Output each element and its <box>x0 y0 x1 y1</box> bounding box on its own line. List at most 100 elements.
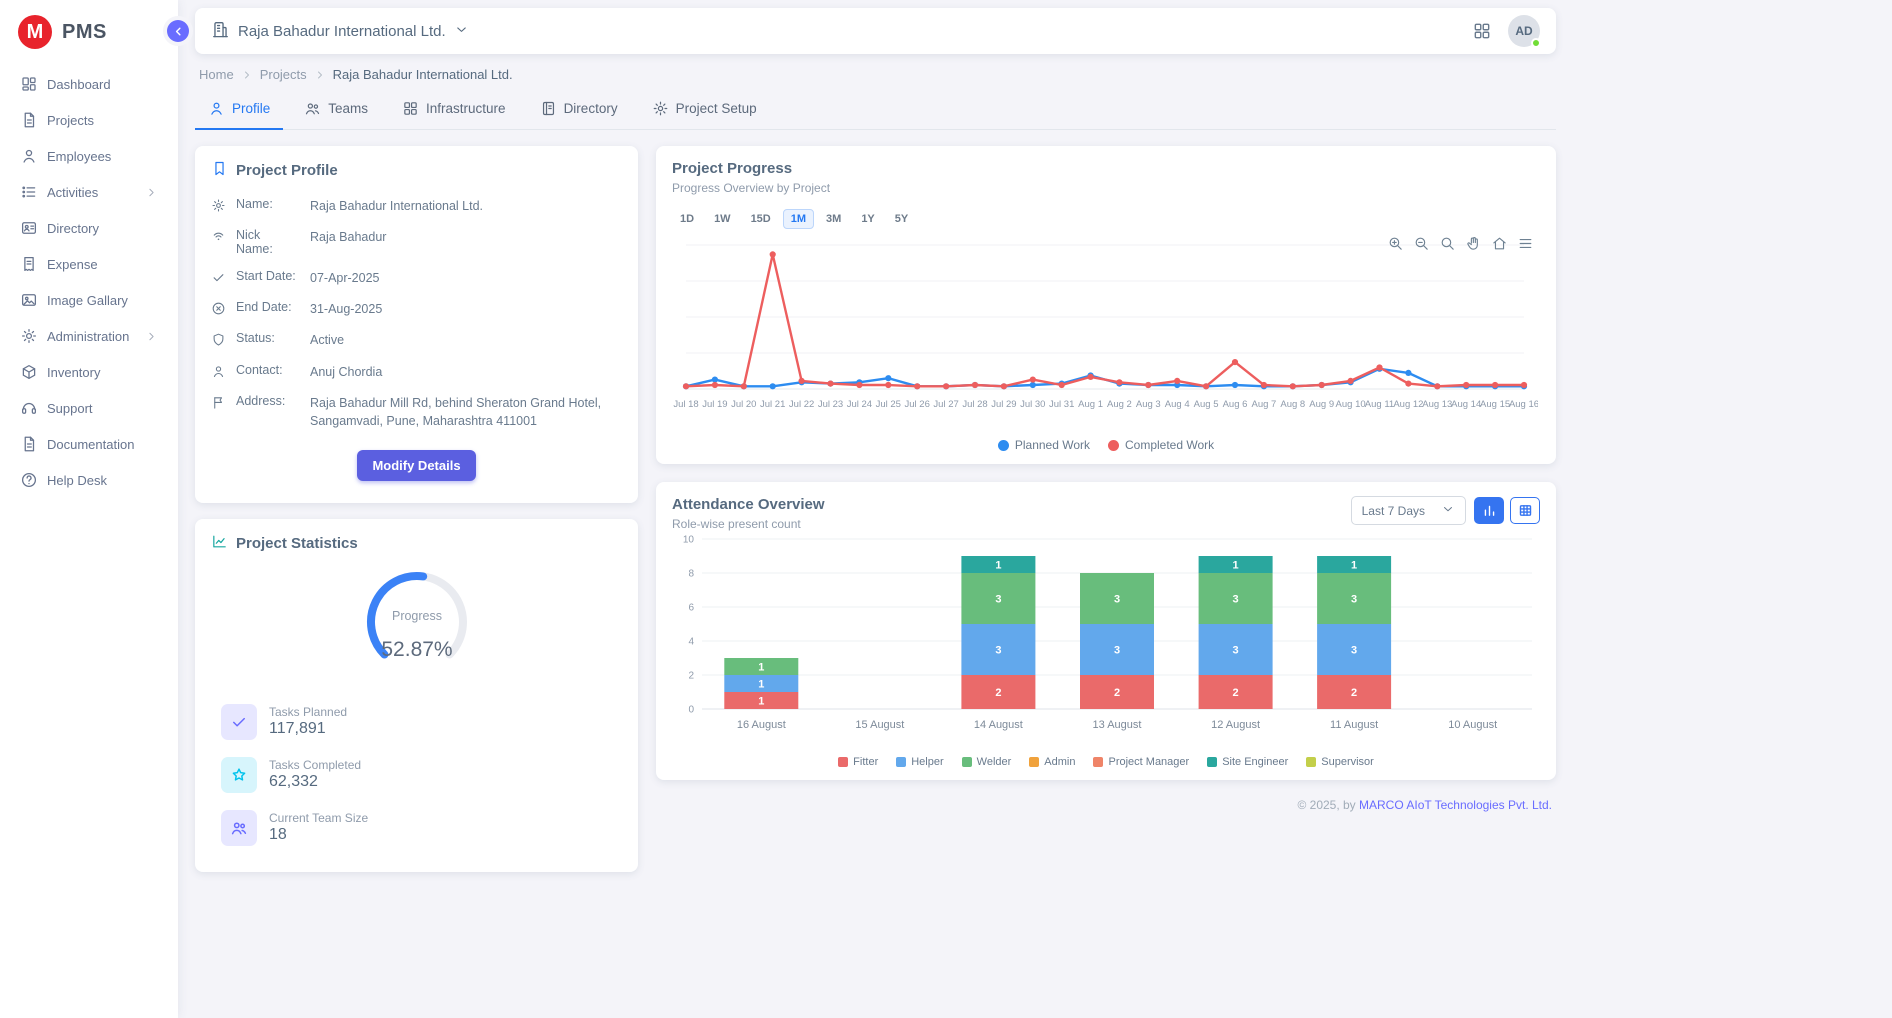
svg-text:12 August: 12 August <box>1211 719 1260 731</box>
home-button[interactable] <box>1491 235 1508 252</box>
field-label: Name: <box>236 197 300 215</box>
tab-label: Directory <box>564 101 618 116</box>
selection-zoom-button[interactable] <box>1439 235 1456 252</box>
app-name: PMS <box>62 21 107 44</box>
sidebar-item-documentation[interactable]: Documentation <box>10 427 168 461</box>
sidebar-item-label: Activities <box>47 185 98 200</box>
field-value: Raja Bahadur Mill Rd, behind Sheraton Gr… <box>310 394 622 430</box>
svg-text:3: 3 <box>1233 645 1239 657</box>
progress-gauge: Progress52.87% <box>342 566 492 684</box>
stat-label: Current Team Size <box>269 811 368 825</box>
sidebar-item-administration[interactable]: Administration <box>10 319 168 353</box>
legend-project-manager[interactable]: Project Manager <box>1093 756 1189 768</box>
zoom-out-button[interactable] <box>1413 235 1430 252</box>
svg-text:16 August: 16 August <box>737 719 786 731</box>
tab-infrastructure[interactable]: Infrastructure <box>389 91 519 130</box>
sidebar-item-label: Image Gallary <box>47 293 128 308</box>
legend-site-engineer[interactable]: Site Engineer <box>1207 756 1288 768</box>
footer-company-link[interactable]: MARCO AIoT Technologies Pvt. Ltd. <box>1359 798 1552 812</box>
tab-label: Infrastructure <box>426 101 506 116</box>
statistics-list: Tasks Planned117,891Tasks Completed62,33… <box>211 704 622 846</box>
chart-line-icon <box>211 533 228 550</box>
projects-icon <box>20 111 38 129</box>
svg-text:Aug 6: Aug 6 <box>1223 399 1248 410</box>
field-value: 07-Apr-2025 <box>310 269 622 287</box>
app-logo-icon: M <box>18 15 52 49</box>
svg-text:Jul 25: Jul 25 <box>876 399 901 410</box>
range-selector: 1D1W15D1M3M1Y5Y <box>672 209 1540 229</box>
svg-text:15 August: 15 August <box>855 719 904 731</box>
view-bar-chart-button[interactable] <box>1474 497 1504 524</box>
table-icon <box>1518 503 1533 518</box>
project-progress-line-chart[interactable]: Jul 18Jul 19Jul 20Jul 21Jul 22Jul 23Jul … <box>672 231 1538 431</box>
content: Project Profile Name:Raja Bahadur Intern… <box>195 130 1556 872</box>
legend-supervisor[interactable]: Supervisor <box>1306 756 1374 768</box>
chevron-left-icon <box>172 25 185 38</box>
modify-details-button[interactable]: Modify Details <box>357 450 475 481</box>
app-layout: M PMS DashboardProjectsEmployeesActiviti… <box>0 0 1892 1018</box>
field-label: Address: <box>236 394 300 430</box>
tab-label: Teams <box>328 101 368 116</box>
svg-text:1: 1 <box>758 679 764 691</box>
range-5y-button[interactable]: 5Y <box>887 209 916 229</box>
breadcrumb-item-projects[interactable]: Projects <box>260 67 307 82</box>
sidebar-item-label: Employees <box>47 149 111 164</box>
sidebar-item-directory[interactable]: Directory <box>10 211 168 245</box>
stat-tasks-planned: Tasks Planned117,891 <box>221 704 622 740</box>
legend-planned-work[interactable]: Planned Work <box>998 438 1090 452</box>
sidebar-item-support[interactable]: Support <box>10 391 168 425</box>
grid-icon <box>402 100 419 117</box>
sidebar-item-inventory[interactable]: Inventory <box>10 355 168 389</box>
sidebar-item-image-gallary[interactable]: Image Gallary <box>10 283 168 317</box>
menu-button[interactable] <box>1517 235 1534 252</box>
panning-button[interactable] <box>1465 235 1482 252</box>
legend-helper[interactable]: Helper <box>896 756 943 768</box>
inventory-icon <box>20 363 38 381</box>
range-3m-button[interactable]: 3M <box>818 209 849 229</box>
online-status-dot <box>1531 38 1541 48</box>
profile-field-nick-name: Nick Name:Raja Bahadur <box>211 228 622 256</box>
svg-text:Aug 2: Aug 2 <box>1107 399 1132 410</box>
tab-profile[interactable]: Profile <box>195 91 283 130</box>
svg-text:Jul 24: Jul 24 <box>847 399 872 410</box>
bar-chart-legend: Fitter Helper Welder Admin Project Manager Si… <box>672 752 1540 776</box>
view-table-button[interactable] <box>1510 497 1540 524</box>
range-1y-button[interactable]: 1Y <box>853 209 882 229</box>
svg-text:1: 1 <box>995 560 1001 572</box>
tab-project-setup[interactable]: Project Setup <box>639 91 770 130</box>
breadcrumb-separator-icon <box>241 69 253 81</box>
person-icon <box>208 100 225 117</box>
apps-grid-button[interactable] <box>1472 21 1492 41</box>
sidebar-item-activities[interactable]: Activities <box>10 175 168 209</box>
zoom-in-button[interactable] <box>1387 235 1404 252</box>
tab-teams[interactable]: Teams <box>291 91 381 130</box>
company-selector[interactable]: Raja Bahadur International Ltd. <box>211 20 469 43</box>
sidebar-item-projects[interactable]: Projects <box>10 103 168 137</box>
attendance-bar-chart[interactable]: 024681011116 August15 August233114 Augus… <box>672 531 1538 749</box>
sidebar-item-employees[interactable]: Employees <box>10 139 168 173</box>
tab-directory[interactable]: Directory <box>527 91 631 130</box>
svg-text:6: 6 <box>688 603 694 614</box>
legend-fitter[interactable]: Fitter <box>838 756 878 768</box>
range-1m-button[interactable]: 1M <box>783 209 814 229</box>
flag-icon <box>211 395 226 410</box>
range-1d-button[interactable]: 1D <box>672 209 702 229</box>
line-chart-legend: Planned Work Completed Work <box>672 434 1540 460</box>
user-avatar[interactable]: AD <box>1508 15 1540 47</box>
check-icon <box>230 713 248 731</box>
sidebar-item-expense[interactable]: Expense <box>10 247 168 281</box>
progress-card-title: Project Progress <box>672 160 792 177</box>
sidebar-item-dashboard[interactable]: Dashboard <box>10 67 168 101</box>
stat-label: Tasks Planned <box>269 705 347 719</box>
legend-admin[interactable]: Admin <box>1029 756 1075 768</box>
date-range-select[interactable]: Last 7 Days <box>1351 496 1466 525</box>
breadcrumb-item-home[interactable]: Home <box>199 67 234 82</box>
field-label: Start Date: <box>236 269 300 287</box>
legend-welder[interactable]: Welder <box>962 756 1012 768</box>
range-15d-button[interactable]: 15D <box>743 209 779 229</box>
sidebar-collapse-button[interactable] <box>167 20 189 42</box>
legend-completed-work[interactable]: Completed Work <box>1108 438 1214 452</box>
sidebar-item-help-desk[interactable]: Help Desk <box>10 463 168 497</box>
svg-text:3: 3 <box>995 645 1001 657</box>
range-1w-button[interactable]: 1W <box>706 209 739 229</box>
